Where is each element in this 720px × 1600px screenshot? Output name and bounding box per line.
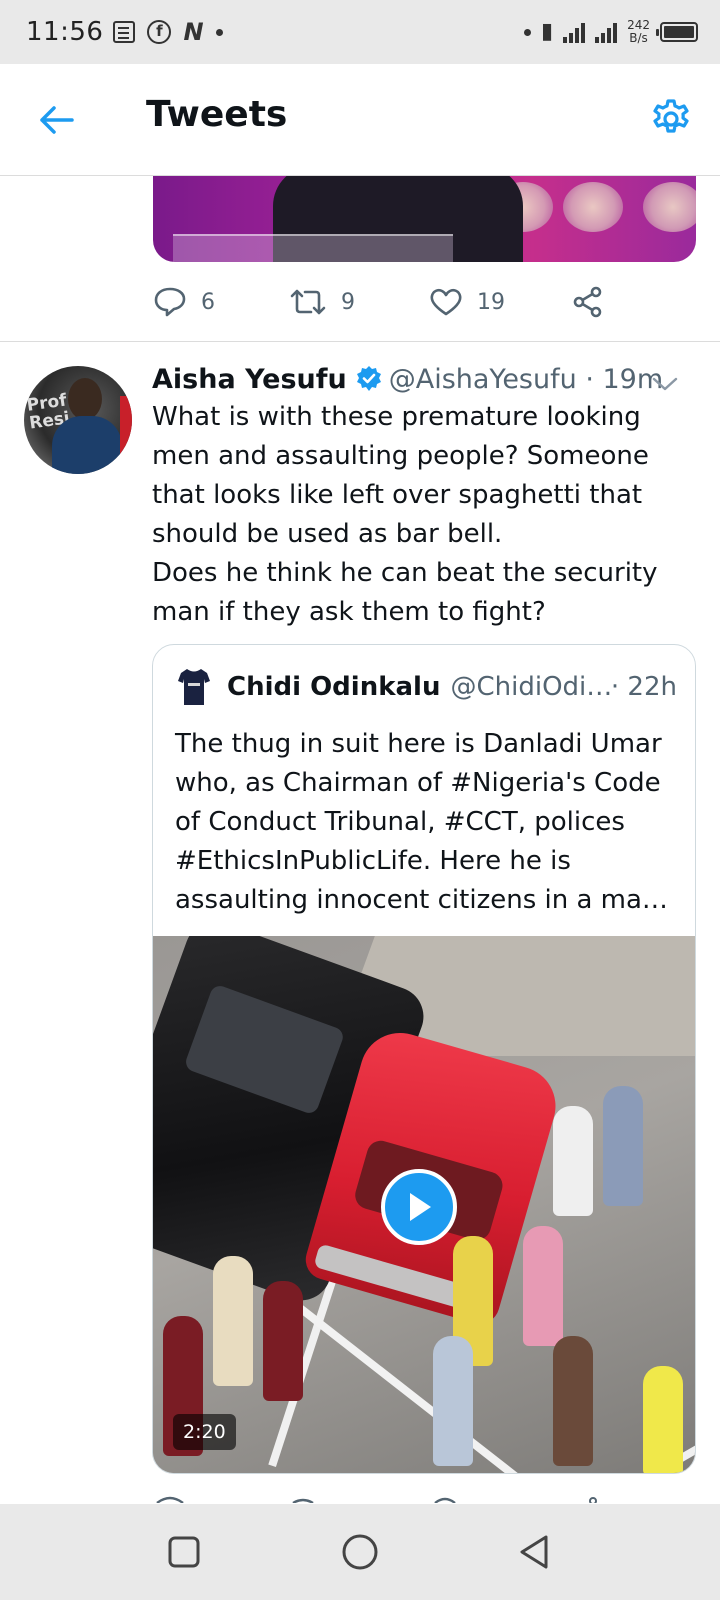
chevron-down-icon <box>652 377 678 391</box>
quoted-tweet-text: The thug in suit here is Danladi Umar wh… <box>175 729 668 915</box>
quoted-tweet-time: · 22h <box>610 672 677 702</box>
reply-button[interactable]: 6 <box>153 286 215 318</box>
battery-icon <box>656 22 698 42</box>
heart-icon <box>430 288 462 316</box>
media-portrait-2 <box>563 182 623 232</box>
square-icon <box>168 1536 200 1568</box>
signal-3g-icon <box>595 21 618 43</box>
previous-tweet-media[interactable] <box>153 176 696 262</box>
home-button[interactable] <box>340 1532 380 1572</box>
system-navigation-bar <box>0 1504 720 1600</box>
news-icon <box>113 21 136 43</box>
tshirt-avatar-icon <box>178 669 210 705</box>
network-speed-unit: B/s <box>629 31 648 45</box>
signal-icon <box>563 21 586 43</box>
video-scene-person <box>643 1366 683 1473</box>
video-scene-person <box>433 1336 473 1466</box>
media-portrait-3 <box>643 182 696 232</box>
circle-icon <box>342 1534 378 1570</box>
quoted-avatar <box>177 667 211 707</box>
page-title: Tweets <box>146 94 288 135</box>
status-system-icons: ▮ 242 B/s <box>523 0 698 64</box>
previous-tweet-actions: 6 9 19 <box>153 282 623 322</box>
avatar-body <box>52 416 122 474</box>
network-speed: 242 B/s <box>627 19 650 45</box>
video-scene-person <box>523 1226 563 1346</box>
avatar-red-stripe <box>120 396 132 456</box>
play-icon <box>410 1193 431 1221</box>
play-button[interactable] <box>381 1169 457 1245</box>
reply-count: 6 <box>201 289 215 315</box>
retweet-icon <box>290 289 326 315</box>
tweet-text: What is with these premature looking men… <box>152 402 658 627</box>
video-scene-person <box>213 1256 253 1386</box>
quoted-tweet[interactable]: Chidi Odinkalu @ChidiOdi… · 22h The thug… <box>152 644 696 1474</box>
quoted-video[interactable]: 2:20 <box>153 936 695 1473</box>
back-nav-button[interactable] <box>514 1532 554 1572</box>
like-count: 19 <box>477 289 505 315</box>
more-notifications-dot-icon <box>215 28 223 36</box>
triangle-back-icon <box>520 1535 548 1569</box>
avatar-head <box>68 378 102 420</box>
video-scene-person <box>263 1281 303 1401</box>
app-header: Tweets <box>0 64 720 176</box>
video-scene-person <box>553 1106 593 1216</box>
vibrate-icon: ▮ <box>540 19 554 44</box>
quoted-tweet-header: Chidi Odinkalu @ChidiOdi… · 22h <box>177 665 677 709</box>
tweet-divider <box>0 341 720 342</box>
share-button[interactable] <box>571 286 605 318</box>
reply-bubble-icon <box>154 287 186 317</box>
settings-button[interactable] <box>646 94 696 144</box>
tweet-menu-button[interactable] <box>652 368 678 399</box>
quoted-author-handle: @ChidiOdi… <box>450 672 613 702</box>
avatar[interactable]: Prof Resi <box>24 366 132 474</box>
video-scene-person <box>603 1086 643 1206</box>
status-time: 11:56 <box>26 17 104 47</box>
gear-icon <box>653 99 689 133</box>
media-podium <box>173 234 453 262</box>
facebook-icon: f <box>147 20 172 44</box>
retweet-button[interactable]: 9 <box>289 287 355 317</box>
video-duration: 2:20 <box>173 1414 236 1450</box>
status-bar: 11:56 f N ▮ 242 B/s <box>0 0 720 64</box>
status-notification-icons: f N <box>113 18 223 46</box>
recents-button[interactable] <box>164 1532 204 1572</box>
retweet-count: 9 <box>341 289 355 315</box>
like-button[interactable]: 19 <box>429 287 505 317</box>
author-handle-time: @AishaYesufu · 19m <box>388 363 664 395</box>
verified-badge-icon <box>355 365 383 393</box>
arrow-left-icon <box>40 106 74 134</box>
tweet-header: Aisha Yesufu @AishaYesufu · 19m <box>152 358 708 400</box>
app-n-icon: N <box>183 18 204 46</box>
tweet-actions-partial <box>153 1488 623 1505</box>
back-button[interactable] <box>34 98 78 142</box>
video-scene-person <box>553 1336 593 1466</box>
indicator-dot-icon <box>523 28 531 36</box>
author-name[interactable]: Aisha Yesufu <box>152 364 347 395</box>
partial-action-icons <box>156 1496 597 1505</box>
quoted-author-name: Chidi Odinkalu <box>227 672 441 702</box>
share-icon <box>573 286 602 318</box>
